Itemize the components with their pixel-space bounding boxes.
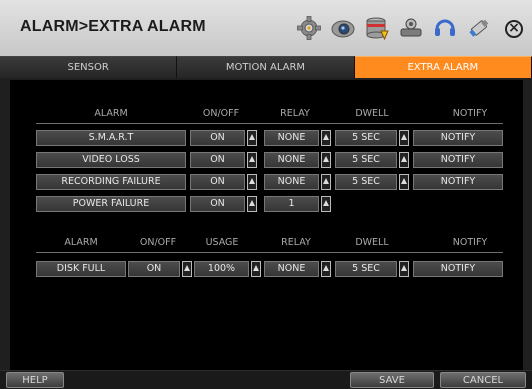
gear-icon[interactable] xyxy=(296,15,322,41)
recording-failure-relay-value[interactable]: NONE xyxy=(264,174,319,190)
recording-failure-dwell-spin-icon[interactable] xyxy=(399,174,409,190)
help-button[interactable]: HELP xyxy=(6,372,64,388)
recording-failure-onoff-value[interactable]: ON xyxy=(190,174,245,190)
video-loss-onoff-spin-icon[interactable] xyxy=(247,152,257,168)
header-relay: RELAY xyxy=(280,108,310,119)
video-loss-dwell-value[interactable]: 5 SEC xyxy=(335,152,397,168)
disk-full-onoff-value[interactable]: ON xyxy=(128,261,180,277)
cancel-button[interactable]: CANCEL xyxy=(440,372,526,388)
bottom-bar: HELP SAVE CANCEL xyxy=(0,370,532,389)
video-loss-onoff-value[interactable]: ON xyxy=(190,152,245,168)
disk-header-usage: USAGE xyxy=(205,237,239,248)
headset-icon[interactable] xyxy=(432,15,458,41)
alarm-name-power-failure: POWER FAILURE xyxy=(36,196,186,212)
smart-dwell-spin-icon[interactable] xyxy=(399,130,409,146)
disk-full-notify-button[interactable]: NOTIFY xyxy=(413,261,503,277)
video-loss-notify-button[interactable]: NOTIFY xyxy=(413,152,503,168)
disk-full-dwell-spin-icon[interactable] xyxy=(399,261,409,277)
database-icon[interactable] xyxy=(364,15,390,41)
usb-icon[interactable] xyxy=(466,15,492,41)
disk-header-onoff: ON/OFF xyxy=(139,237,177,248)
disk-full-usage-spin-icon[interactable] xyxy=(251,261,261,277)
power-failure-onoff-value[interactable]: ON xyxy=(190,196,245,212)
smart-notify-button[interactable]: NOTIFY xyxy=(413,130,503,146)
power-failure-onoff-spin-icon[interactable] xyxy=(247,196,257,212)
tab-extra-alarm[interactable]: EXTRA ALARM xyxy=(354,56,532,78)
disk-full-relay-value[interactable]: NONE xyxy=(264,261,319,277)
title-bar: ALARM>EXTRA ALARM × xyxy=(0,0,532,56)
disk-header-notify: NOTIFY xyxy=(452,237,488,248)
close-icon[interactable]: × xyxy=(505,20,523,38)
disk-header-divider xyxy=(36,252,503,253)
header-alarm: ALARM xyxy=(94,108,128,119)
settings-panel: ALARM ON/OFF RELAY DWELL NOTIFY S.M.A.R.… xyxy=(10,80,523,370)
smart-onoff-value[interactable]: ON xyxy=(190,130,245,146)
header-onoff: ON/OFF xyxy=(202,108,240,119)
network-icon[interactable] xyxy=(398,15,424,41)
toolbar-icons xyxy=(296,10,492,46)
power-failure-relay-value[interactable]: 1 xyxy=(264,196,319,212)
header-notify: NOTIFY xyxy=(452,108,488,119)
camera-icon[interactable] xyxy=(330,15,356,41)
disk-header-alarm: ALARM xyxy=(64,237,98,248)
disk-header-dwell: DWELL xyxy=(355,237,389,248)
video-loss-relay-value[interactable]: NONE xyxy=(264,152,319,168)
video-loss-relay-spin-icon[interactable] xyxy=(321,152,331,168)
tab-bar: SENSOR MOTION ALARM EXTRA ALARM xyxy=(0,56,532,78)
disk-full-dwell-value[interactable]: 5 SEC xyxy=(335,261,397,277)
disk-full-onoff-spin-icon[interactable] xyxy=(182,261,192,277)
recording-failure-dwell-value[interactable]: 5 SEC xyxy=(335,174,397,190)
smart-relay-spin-icon[interactable] xyxy=(321,130,331,146)
video-loss-dwell-spin-icon[interactable] xyxy=(399,152,409,168)
recording-failure-onoff-spin-icon[interactable] xyxy=(247,174,257,190)
alarm-name-disk-full: DISK FULL xyxy=(36,261,126,277)
header-divider xyxy=(36,123,503,124)
recording-failure-notify-button[interactable]: NOTIFY xyxy=(413,174,503,190)
page-title: ALARM>EXTRA ALARM xyxy=(20,18,206,35)
power-failure-relay-spin-icon[interactable] xyxy=(321,196,331,212)
header-dwell: DWELL xyxy=(355,108,389,119)
smart-relay-value[interactable]: NONE xyxy=(264,130,319,146)
disk-full-relay-spin-icon[interactable] xyxy=(321,261,331,277)
alarm-name-video-loss: VIDEO LOSS xyxy=(36,152,186,168)
disk-full-usage-value[interactable]: 100% xyxy=(194,261,249,277)
alarm-name-recording-failure: RECORDING FAILURE xyxy=(36,174,186,190)
smart-onoff-spin-icon[interactable] xyxy=(247,130,257,146)
recording-failure-relay-spin-icon[interactable] xyxy=(321,174,331,190)
tab-motion-alarm[interactable]: MOTION ALARM xyxy=(177,56,355,78)
tab-sensor[interactable]: SENSOR xyxy=(0,56,178,78)
alarm-name-smart: S.M.A.R.T xyxy=(36,130,186,146)
smart-dwell-value[interactable]: 5 SEC xyxy=(335,130,397,146)
disk-header-relay: RELAY xyxy=(281,237,311,248)
save-button[interactable]: SAVE xyxy=(350,372,434,388)
